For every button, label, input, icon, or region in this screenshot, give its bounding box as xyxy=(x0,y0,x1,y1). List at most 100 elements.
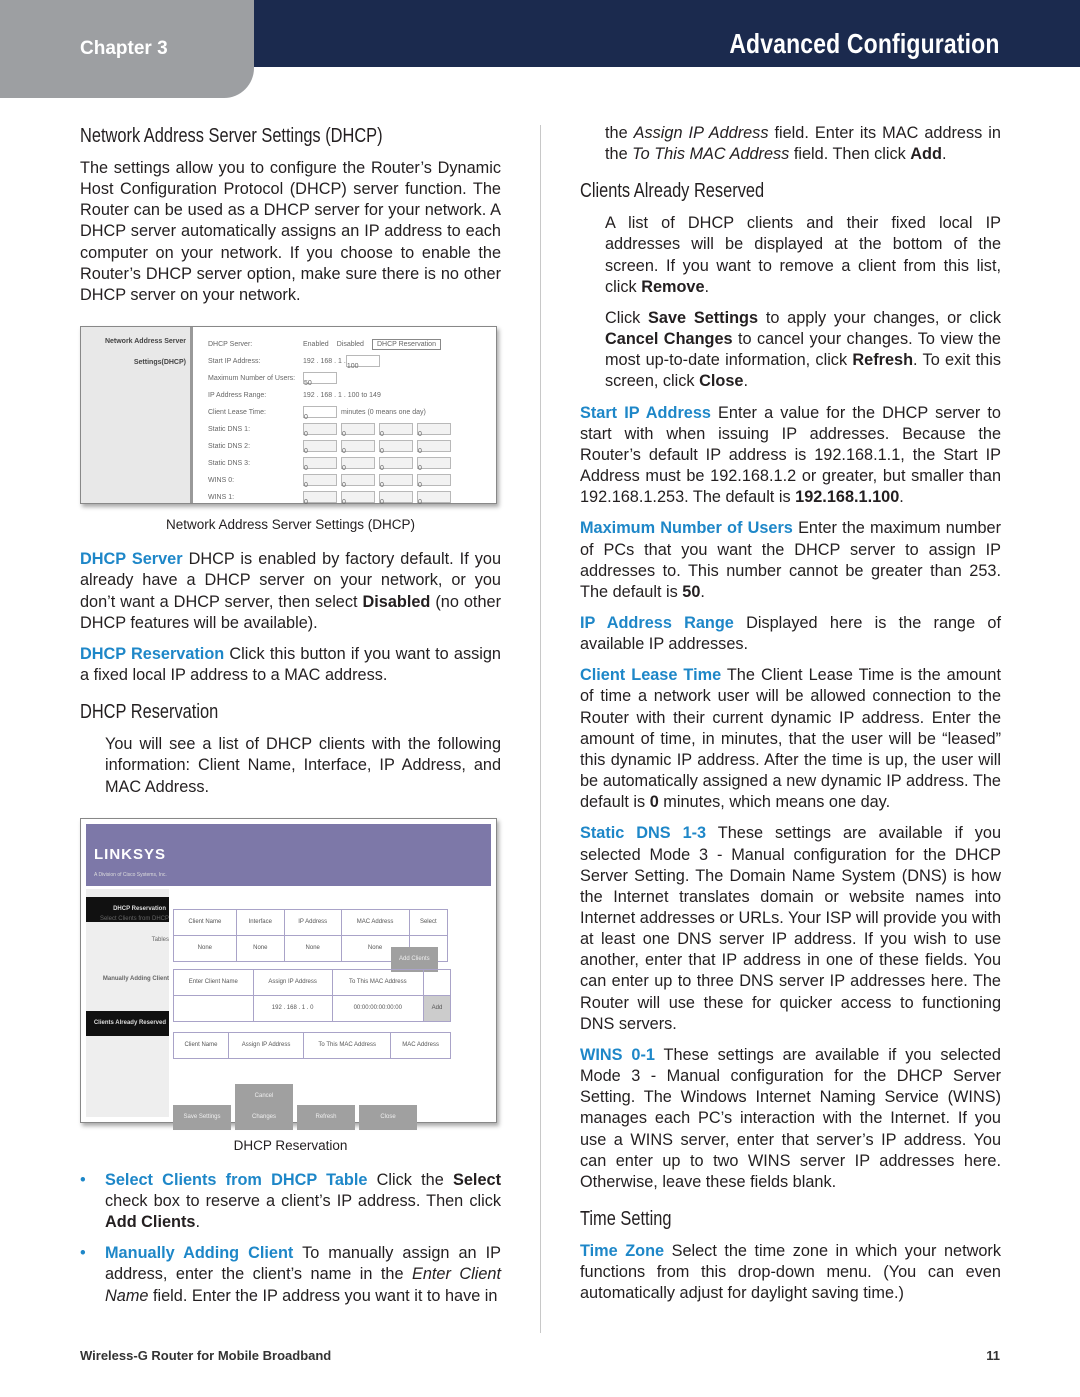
text-run: . xyxy=(704,277,710,296)
text-run: Disabled xyxy=(362,592,431,611)
ip-octet-input[interactable]: 0 xyxy=(417,491,451,506)
column-header: Assign IP Address xyxy=(252,968,333,996)
para-save: Click Save Settings to apply your change… xyxy=(580,308,1001,393)
linksys-logo: LINKSYS xyxy=(94,845,167,863)
reserved-table: Client Name Assign IP Address To This MAC … xyxy=(173,1031,451,1059)
column-header: Assign IP Address xyxy=(227,1031,305,1059)
para-lease-time: Client Lease Time The Client Lease Time … xyxy=(580,665,1001,813)
left-column: Network Address Server Settings (DHCP) T… xyxy=(80,124,501,1317)
text-run: 50 xyxy=(682,582,701,601)
text-run: Select xyxy=(453,1170,501,1189)
ip-octet-input[interactable]: 0 xyxy=(303,457,337,472)
max-users-input[interactable]: 50 xyxy=(303,372,337,387)
ip-octet-input[interactable]: 0 xyxy=(417,440,451,455)
linksys-tagline: A Division of Cisco Systems, Inc. xyxy=(94,871,167,878)
text-run: . xyxy=(195,1213,200,1232)
ip-range-value: 192 . 168 . 1 . 100 to 149 xyxy=(303,392,381,400)
text-run: field. Enter the IP address you want it … xyxy=(148,1286,498,1305)
heading-dhcp-reservation: DHCP Reservation xyxy=(80,701,219,724)
term-label: Client Lease Time xyxy=(580,666,722,685)
text-run: The Client Lease Time is the amount of t… xyxy=(580,666,1001,812)
close-button[interactable]: Close xyxy=(359,1104,417,1130)
term-label: Manually Adding Client xyxy=(105,1244,294,1263)
column-header: Select xyxy=(408,908,449,936)
ip-octet-input[interactable]: 0 xyxy=(379,491,413,506)
heading-clients-reserved: Clients Already Reserved xyxy=(580,180,765,203)
column-header: Client Name xyxy=(173,908,237,936)
ip-octet-input[interactable]: 0 xyxy=(341,457,375,472)
assign-ip-input[interactable]: 192 . 168 . 1 . 0 xyxy=(252,994,333,1022)
chapter-label: Chapter 3 xyxy=(80,38,168,59)
ip-octet-input[interactable]: 0 xyxy=(417,474,451,489)
ip-octet-input[interactable]: 0 xyxy=(417,423,451,438)
term-label: WINS 0-1 xyxy=(580,1045,655,1064)
manual-add-table: Enter Client Name Assign IP Address To Thi… xyxy=(173,968,452,1022)
ip-octet-input[interactable]: 0 xyxy=(341,423,375,438)
text-run: 192.168.1.100 xyxy=(795,488,900,507)
para-continued: the Assign IP Address field. Enter its M… xyxy=(580,123,1001,165)
lease-time-input[interactable]: 0 xyxy=(303,406,337,421)
field-label: WINS 1: xyxy=(208,494,235,502)
column-header-empty xyxy=(422,968,452,996)
text-run: the xyxy=(605,124,634,142)
text-run: . xyxy=(941,145,947,164)
dhcp-reservation-button[interactable]: DHCP Reservation xyxy=(371,339,441,351)
para-dhcp-server: DHCP Server DHCP is enabled by factory d… xyxy=(80,549,501,634)
text-run: Save Settings xyxy=(648,308,759,327)
term-label: DHCP Reservation xyxy=(80,644,225,663)
text-run: Click the xyxy=(367,1170,454,1189)
footer-product: Wireless-G Router for Mobile Broadband xyxy=(80,1348,332,1363)
cancel-changes-button[interactable]: Cancel Changes xyxy=(235,1083,293,1130)
radio-enabled[interactable]: Enabled xyxy=(303,341,329,348)
save-settings-button[interactable]: Save Settings xyxy=(173,1104,231,1130)
ip-octet-input[interactable]: 0 xyxy=(303,440,337,455)
heading-time-setting: Time Setting xyxy=(580,1208,672,1231)
start-ip-input[interactable]: 100 xyxy=(345,355,380,370)
text-run: Click xyxy=(605,308,649,327)
para-static-dns: Static DNS 1-3 These settings are availa… xyxy=(580,823,1001,1035)
ip-octet-input[interactable]: 0 xyxy=(379,474,413,489)
ip-octet-input[interactable]: 0 xyxy=(341,440,375,455)
sec-clients-reserved: Clients Already Reserved xyxy=(86,1010,169,1036)
refresh-button[interactable]: Refresh xyxy=(297,1104,355,1130)
lease-note: minutes (0 means one day) xyxy=(341,409,426,417)
linksys-banner: LINKSYS A Division of Cisco Systems, Inc… xyxy=(86,823,491,886)
column-header: IP Address xyxy=(283,908,342,936)
text-run: Assign IP Address xyxy=(633,124,769,142)
sec-select-clients: Select Clients from DHCP Tables xyxy=(99,915,169,943)
ip-octet-input[interactable]: 0 xyxy=(379,457,413,472)
text-run: Remove xyxy=(641,277,705,296)
para-reservation-intro: You will see a list of DHCP clients with… xyxy=(105,735,501,796)
ip-octet-input[interactable]: 0 xyxy=(417,457,451,472)
text-run: Add Clients xyxy=(105,1213,196,1232)
ip-octet-input[interactable]: 0 xyxy=(303,474,337,489)
text-run: minutes, which means one day. xyxy=(658,793,891,812)
radio-disabled[interactable]: Disabled xyxy=(337,341,364,348)
text-run: Cancel Changes xyxy=(605,330,733,349)
heading-nas-settings: Network Address Server Settings (DHCP) xyxy=(80,125,383,147)
start-ip-prefix: 192 . 168 . 1 . xyxy=(303,358,346,366)
add-button[interactable]: Add xyxy=(422,994,452,1022)
footer-page-number: 11 xyxy=(986,1348,1000,1363)
para-max-users: Maximum Number of Users Enter the maximu… xyxy=(580,518,1001,603)
ip-octet-input[interactable]: 0 xyxy=(341,474,375,489)
para-start-ip: Start IP Address Enter a value for the D… xyxy=(580,403,1001,509)
text-run: Close xyxy=(699,372,744,391)
text-run: Refresh xyxy=(852,351,914,370)
para-clients-list: A list of DHCP clients and their fixed l… xyxy=(580,213,1001,298)
term-label: Start IP Address xyxy=(580,403,711,422)
mac-input[interactable]: 00:00:00:00:00:00 xyxy=(331,994,424,1022)
ip-octet-input[interactable]: 0 xyxy=(379,423,413,438)
ip-octet-input[interactable]: 0 xyxy=(341,491,375,506)
figure-dhcp-settings: Network Address Server Settings(DHCP) DH… xyxy=(80,326,497,506)
term-label: Time Zone xyxy=(580,1242,665,1261)
text-run: . xyxy=(899,488,904,507)
text-run: to apply your changes, or click xyxy=(758,308,1002,327)
ip-octet-input[interactable]: 0 xyxy=(303,423,337,438)
para-dhcp-reservation: DHCP Reservation Click this button if yo… xyxy=(80,644,501,686)
client-name-input[interactable] xyxy=(173,994,254,1022)
ip-octet-input[interactable]: 0 xyxy=(379,440,413,455)
para-wins: WINS 0-1 These settings are available if… xyxy=(580,1045,1001,1193)
ip-octet-input[interactable]: 0 xyxy=(303,491,337,506)
fig-section-label: Network Address Server Settings(DHCP) xyxy=(104,338,186,367)
